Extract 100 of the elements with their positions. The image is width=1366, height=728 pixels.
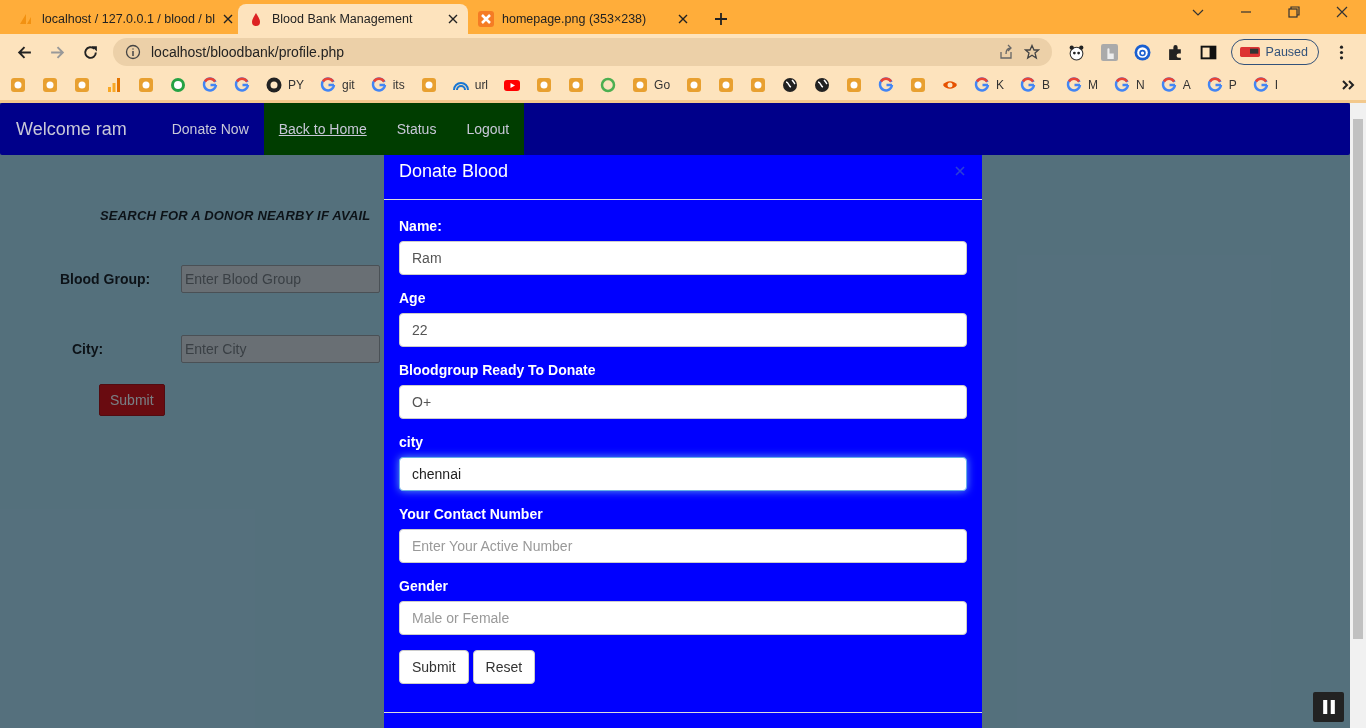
form-button[interactable]: Reset — [472, 650, 536, 684]
puzzle-icon[interactable] — [1166, 43, 1184, 61]
letter-g-icon — [1020, 77, 1037, 93]
bookmark[interactable] — [782, 77, 799, 93]
bookmark-label: B — [1042, 78, 1051, 92]
browser-tab[interactable]: homepage.png (353×238) — [468, 4, 698, 34]
field-label: Gender — [399, 578, 449, 594]
nav-link[interactable]: Status — [381, 103, 452, 155]
site-favicon-icon — [42, 77, 58, 93]
site-favicon-icon — [568, 77, 585, 93]
letter-g-icon — [320, 77, 336, 93]
bookmark-label: PY — [288, 78, 304, 92]
close-icon[interactable] — [223, 14, 234, 24]
site-favicon-icon — [846, 77, 863, 93]
nav-link[interactable]: Donate Now — [156, 103, 264, 155]
nav-link[interactable]: Back to Home — [263, 103, 382, 155]
bookmark-label: I — [1274, 78, 1279, 92]
bookmark[interactable]: its — [370, 77, 405, 93]
bookmark[interactable]: P — [1206, 77, 1237, 93]
restore-icon[interactable] — [1287, 5, 1301, 19]
search-heading: SEARCH FOR A DONOR NEARBY IF AVAIL — [100, 208, 371, 223]
close-icon[interactable] — [1335, 5, 1349, 19]
bookmark[interactable]: git — [320, 77, 355, 93]
site-favicon-icon — [750, 77, 767, 93]
site-favicon-icon — [632, 77, 649, 93]
letter-g-icon — [202, 77, 218, 93]
share-icon[interactable] — [997, 44, 1014, 60]
field-label: Age — [399, 290, 427, 306]
bookmark[interactable]: Go — [632, 77, 671, 93]
bar-chart-icon — [106, 77, 122, 93]
ring-icon — [600, 77, 617, 93]
input-field[interactable]: O+ — [399, 385, 967, 419]
bookmark-label: url — [474, 78, 489, 92]
play-button-icon — [504, 77, 521, 93]
bookmark[interactable]: M — [1066, 77, 1099, 93]
new-tab-icon[interactable] — [714, 12, 728, 26]
field-label: Name: — [399, 218, 443, 234]
letter-g-icon — [1160, 77, 1177, 93]
bookmark-label: git — [342, 78, 355, 92]
bookmark[interactable]: A — [1160, 77, 1191, 93]
site-favicon-icon — [686, 77, 703, 93]
letter-g-icon — [1066, 77, 1083, 93]
welcome-text: Welcome ram — [15, 118, 128, 140]
close-icon[interactable] — [448, 14, 458, 24]
reload-icon[interactable] — [82, 43, 99, 61]
input-field[interactable]: chennai — [399, 457, 967, 491]
bookmark-label: its — [392, 78, 405, 92]
tab-title: homepage.png (353×238) — [502, 12, 648, 26]
bookmark[interactable] — [814, 77, 831, 93]
field-label: Bloodgroup Ready To Donate — [399, 362, 597, 378]
star-icon[interactable] — [1023, 44, 1040, 60]
input-field[interactable]: Enter Your Active Number — [399, 529, 967, 563]
site-favicon-icon — [536, 77, 553, 93]
scrollbar-thumb[interactable] — [1353, 119, 1363, 639]
globe-icon — [782, 77, 799, 93]
bookmark-label: M — [1088, 78, 1099, 92]
tab-title: Blood Bank Management — [272, 12, 414, 26]
letter-g-icon — [1252, 77, 1269, 93]
letter-g-icon — [878, 77, 895, 93]
site-favicon-icon — [10, 77, 26, 93]
bookmark[interactable]: I — [1252, 77, 1279, 93]
input-field[interactable]: Ram — [399, 241, 967, 275]
bookmark[interactable]: url — [452, 77, 489, 93]
bookmark-label: K — [996, 78, 1005, 92]
dialog-title: Donate Blood — [399, 160, 509, 182]
pause-icon — [1321, 700, 1336, 714]
input-field[interactable]: 22 — [399, 313, 967, 347]
panda-icon[interactable] — [1067, 43, 1085, 61]
nav-link[interactable]: Logout — [451, 103, 525, 155]
letter-g-icon — [1206, 77, 1223, 93]
bookmark-label: A — [1182, 78, 1191, 92]
sidebar-icon[interactable] — [1199, 43, 1217, 61]
tab-title: localhost / 127.0.0.1 / blood / bl — [42, 12, 216, 26]
field-label: city — [399, 434, 425, 450]
site-favicon-icon — [420, 77, 437, 93]
bookmark-label: N — [1136, 78, 1145, 92]
bookmark-label: P — [1228, 78, 1237, 92]
site-favicon-icon — [910, 77, 927, 93]
close-icon[interactable] — [678, 14, 688, 24]
address-bar[interactable]: localhost/bloodbank/profile.php — [113, 38, 1052, 66]
site-favicon-icon — [138, 77, 154, 93]
bookmark[interactable]: B — [1020, 77, 1051, 93]
letter-g-icon — [370, 77, 387, 93]
letter-g-icon — [974, 77, 991, 93]
letter-g-icon — [1114, 77, 1131, 93]
bookmark[interactable]: PY — [266, 77, 304, 93]
url-text: localhost/bloodbank/profile.php — [151, 44, 345, 60]
bookmark-label: Go — [654, 78, 671, 92]
browser-tab[interactable]: localhost / 127.0.0.1 / blood / bl — [8, 4, 238, 34]
bookmark[interactable]: K — [974, 77, 1005, 93]
pause-button[interactable] — [1313, 692, 1344, 722]
input-field[interactable]: Male or Female — [399, 601, 967, 635]
profile-avatar-icon — [1239, 47, 1260, 57]
bookmark[interactable]: N — [1114, 77, 1145, 93]
form-button[interactable]: Submit — [399, 650, 469, 684]
field-label: Your Contact Number — [399, 506, 544, 522]
hand-icon[interactable] — [1100, 43, 1118, 61]
letter-g-icon — [234, 77, 250, 93]
browser-tab[interactable]: Blood Bank Management — [238, 4, 468, 34]
globe-icon — [814, 77, 831, 93]
